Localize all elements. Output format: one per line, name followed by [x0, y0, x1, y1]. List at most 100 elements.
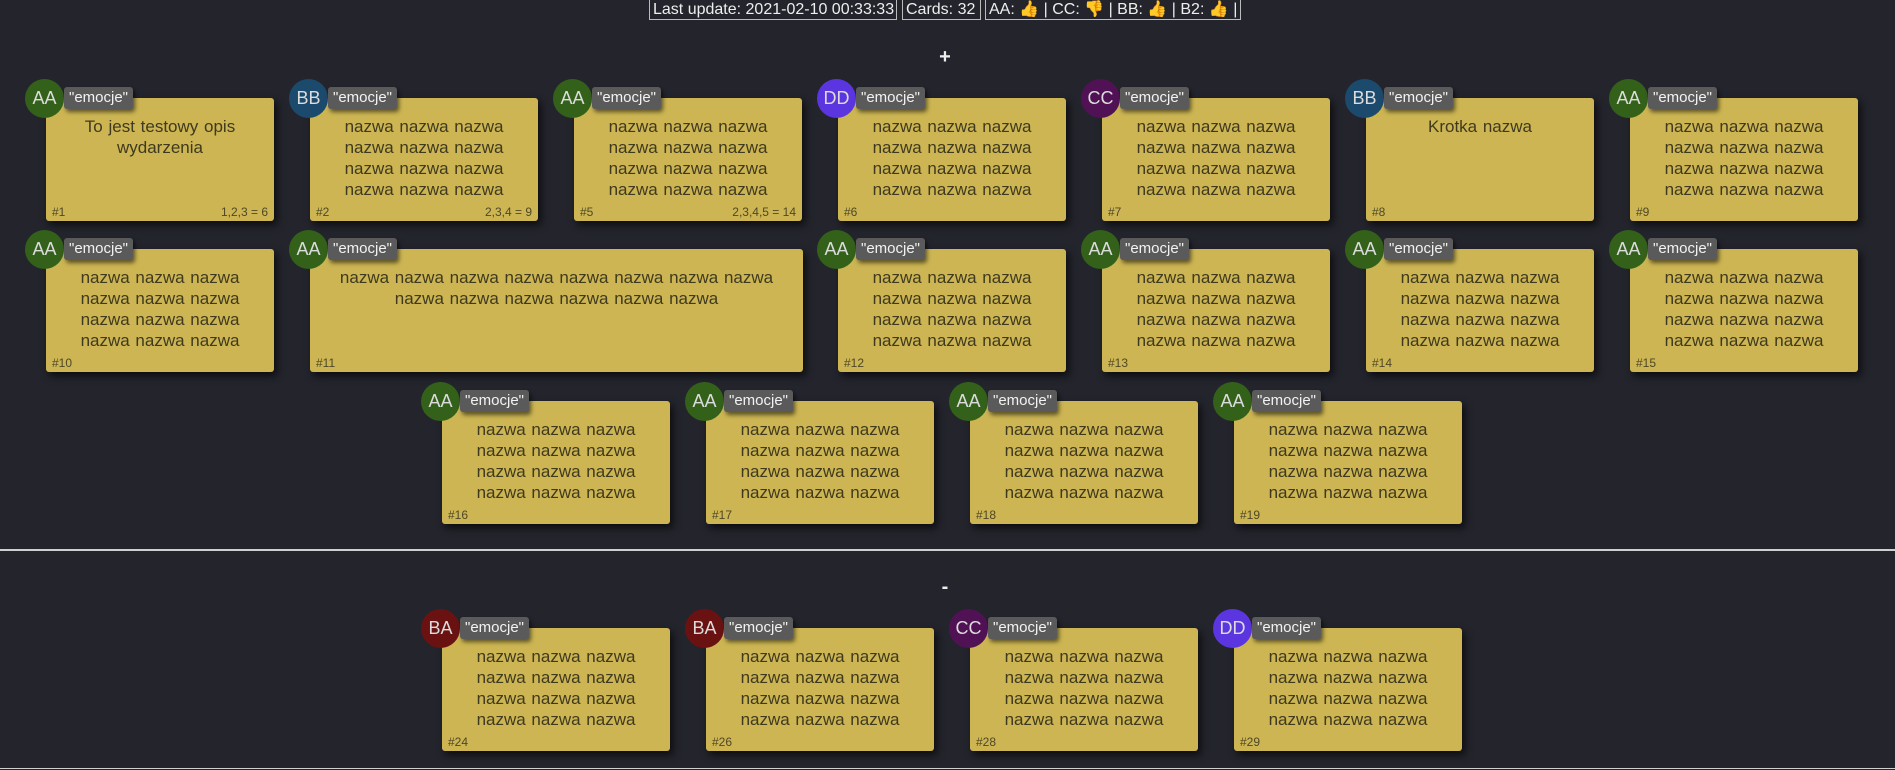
votes-summary: AA: 👍 | CC: 👎 | BB: 👍 | B2: 👍 | — [985, 0, 1241, 20]
card-number: #14 — [1372, 356, 1393, 370]
card-number: #11 — [316, 356, 336, 370]
card-text: nazwa nazwa nazwa nazwa nazwa nazwa nazw… — [1268, 420, 1428, 502]
category-tag[interactable]: "emocje" — [1120, 238, 1190, 260]
card-text: nazwa nazwa nazwa nazwa nazwa nazwa nazw… — [872, 268, 1032, 350]
card-text: nazwa nazwa nazwa nazwa nazwa nazwa nazw… — [1004, 647, 1164, 729]
card-score: 2,3,4,5 = 14 — [732, 205, 796, 219]
category-tag[interactable]: "emocje" — [856, 238, 926, 260]
event-card[interactable]: nazwa nazwa nazwa nazwa nazwa nazwa nazw… — [838, 249, 1066, 372]
card-number: #10 — [52, 356, 73, 370]
event-card[interactable]: nazwa nazwa nazwa nazwa nazwa nazwa nazw… — [46, 249, 274, 372]
avatar[interactable]: DD — [817, 79, 856, 118]
card-text: nazwa nazwa nazwa nazwa nazwa nazwa nazw… — [1136, 268, 1296, 350]
card-text: nazwa nazwa nazwa nazwa nazwa nazwa nazw… — [476, 647, 636, 729]
avatar[interactable]: AA — [1213, 382, 1252, 421]
category-tag[interactable]: "emocje" — [1648, 87, 1718, 109]
avatar[interactable]: AA — [949, 382, 988, 421]
category-tag[interactable]: "emocje" — [1384, 238, 1454, 260]
event-card[interactable]: nazwa nazwa nazwa nazwa nazwa nazwa nazw… — [1102, 98, 1330, 221]
card-text: nazwa nazwa nazwa nazwa nazwa nazwa nazw… — [1268, 647, 1428, 729]
last-update: Last update: 2021-02-10 00:33:33 — [649, 0, 897, 20]
category-tag[interactable]: "emocje" — [328, 238, 398, 260]
event-card[interactable]: nazwa nazwa nazwa nazwa nazwa nazwa nazw… — [310, 98, 538, 221]
card-text: nazwa nazwa nazwa nazwa nazwa nazwa nazw… — [740, 647, 900, 729]
event-card[interactable]: nazwa nazwa nazwa nazwa nazwa nazwa nazw… — [1234, 401, 1462, 524]
category-tag[interactable]: "emocje" — [1252, 617, 1322, 639]
card-text: To jest testowy opis wydarzenia — [84, 117, 236, 157]
card-number: #15 — [1636, 356, 1657, 370]
avatar[interactable]: BB — [1345, 79, 1384, 118]
event-card[interactable]: nazwa nazwa nazwa nazwa nazwa nazwa nazw… — [1630, 249, 1858, 372]
cards-count: Cards: 32 — [902, 0, 981, 20]
avatar[interactable]: AA — [1609, 79, 1648, 118]
event-card[interactable]: nazwa nazwa nazwa nazwa nazwa nazwa nazw… — [310, 249, 803, 372]
event-card[interactable]: nazwa nazwa nazwa nazwa nazwa nazwa nazw… — [442, 628, 670, 751]
avatar[interactable]: DD — [1213, 609, 1252, 648]
category-tag[interactable]: "emocje" — [592, 87, 662, 109]
category-tag[interactable]: "emocje" — [64, 87, 134, 109]
avatar[interactable]: AA — [25, 230, 64, 269]
card-number: #24 — [448, 735, 469, 749]
event-card[interactable]: Krotka nazwa #8 — [1366, 98, 1594, 221]
card-number: #17 — [712, 508, 733, 522]
minus-section-title: - — [941, 576, 949, 598]
avatar[interactable]: AA — [1609, 230, 1648, 269]
card-number: #18 — [976, 508, 997, 522]
event-card[interactable]: nazwa nazwa nazwa nazwa nazwa nazwa nazw… — [706, 628, 934, 751]
card-number: #12 — [844, 356, 865, 370]
avatar[interactable]: CC — [949, 609, 988, 648]
avatar[interactable]: AA — [1081, 230, 1120, 269]
avatar[interactable]: BB — [289, 79, 328, 118]
category-tag[interactable]: "emocje" — [328, 87, 398, 109]
category-tag[interactable]: "emocje" — [988, 617, 1058, 639]
card-text: nazwa nazwa nazwa nazwa nazwa nazwa nazw… — [1136, 117, 1296, 199]
plus-section-title: + — [939, 46, 951, 68]
category-tag[interactable]: "emocje" — [1384, 87, 1454, 109]
event-card[interactable]: nazwa nazwa nazwa nazwa nazwa nazwa nazw… — [1366, 249, 1594, 372]
category-tag[interactable]: "emocje" — [1120, 87, 1190, 109]
event-card[interactable]: nazwa nazwa nazwa nazwa nazwa nazwa nazw… — [574, 98, 802, 221]
event-card[interactable]: nazwa nazwa nazwa nazwa nazwa nazwa nazw… — [1630, 98, 1858, 221]
category-tag[interactable]: "emocje" — [1252, 390, 1322, 412]
category-tag[interactable]: "emocje" — [460, 390, 530, 412]
avatar[interactable]: AA — [817, 230, 856, 269]
avatar[interactable]: AA — [289, 230, 328, 269]
card-text: Krotka nazwa — [1428, 117, 1532, 136]
event-card[interactable]: To jest testowy opis wydarzenia #1 1,2,3 =… — [46, 98, 274, 221]
event-card[interactable]: nazwa nazwa nazwa nazwa nazwa nazwa nazw… — [838, 98, 1066, 221]
category-tag[interactable]: "emocje" — [64, 238, 134, 260]
event-card[interactable]: nazwa nazwa nazwa nazwa nazwa nazwa nazw… — [706, 401, 934, 524]
event-card[interactable]: nazwa nazwa nazwa nazwa nazwa nazwa nazw… — [1102, 249, 1330, 372]
category-tag[interactable]: "emocje" — [724, 617, 794, 639]
category-tag[interactable]: "emocje" — [724, 390, 794, 412]
card-text: nazwa nazwa nazwa nazwa nazwa nazwa nazw… — [1004, 420, 1164, 502]
avatar[interactable]: AA — [25, 79, 64, 118]
avatar[interactable]: AA — [553, 79, 592, 118]
event-card[interactable]: nazwa nazwa nazwa nazwa nazwa nazwa nazw… — [1234, 628, 1462, 751]
avatar[interactable]: AA — [421, 382, 460, 421]
avatar[interactable]: BA — [685, 609, 724, 648]
category-tag[interactable]: "emocje" — [460, 617, 530, 639]
card-number: #13 — [1108, 356, 1129, 370]
category-tag[interactable]: "emocje" — [856, 87, 926, 109]
avatar[interactable]: CC — [1081, 79, 1120, 118]
card-text: nazwa nazwa nazwa nazwa nazwa nazwa nazw… — [1664, 268, 1824, 350]
card-text: nazwa nazwa nazwa nazwa nazwa nazwa nazw… — [1400, 268, 1560, 350]
card-text: nazwa nazwa nazwa nazwa nazwa nazwa nazw… — [476, 420, 636, 502]
card-text: nazwa nazwa nazwa nazwa nazwa nazwa nazw… — [740, 420, 900, 502]
event-card[interactable]: nazwa nazwa nazwa nazwa nazwa nazwa nazw… — [970, 401, 1198, 524]
card-text: nazwa nazwa nazwa nazwa nazwa nazwa nazw… — [872, 117, 1032, 199]
card-number: #2 — [316, 205, 330, 219]
status-bar: Last update: 2021-02-10 00:33:33 Cards: … — [0, 0, 1895, 22]
card-text: nazwa nazwa nazwa nazwa nazwa nazwa nazw… — [1664, 117, 1824, 199]
avatar[interactable]: AA — [685, 382, 724, 421]
category-tag[interactable]: "emocje" — [1648, 238, 1718, 260]
event-card[interactable]: nazwa nazwa nazwa nazwa nazwa nazwa nazw… — [442, 401, 670, 524]
category-tag[interactable]: "emocje" — [988, 390, 1058, 412]
card-text: nazwa nazwa nazwa nazwa nazwa nazwa nazw… — [339, 268, 774, 308]
avatar[interactable]: AA — [1345, 230, 1384, 269]
avatar[interactable]: BA — [421, 609, 460, 648]
bottom-border — [0, 768, 1895, 769]
event-card[interactable]: nazwa nazwa nazwa nazwa nazwa nazwa nazw… — [970, 628, 1198, 751]
card-text: nazwa nazwa nazwa nazwa nazwa nazwa nazw… — [344, 117, 504, 199]
